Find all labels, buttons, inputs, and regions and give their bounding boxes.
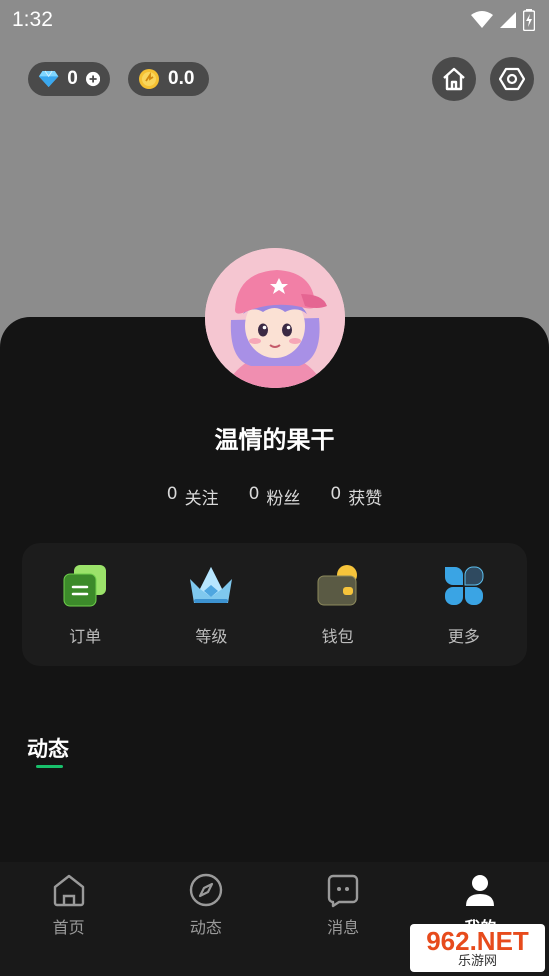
signal-icon — [500, 12, 516, 28]
avatar[interactable] — [205, 248, 345, 388]
add-icon[interactable] — [85, 71, 100, 87]
nav-home[interactable]: 首页 — [9, 872, 129, 976]
diamond-count: 0 — [67, 68, 78, 89]
nav-messages[interactable]: 消息 — [283, 872, 403, 976]
stat-following[interactable]: 0 关注 — [167, 484, 219, 509]
compass-icon — [189, 873, 223, 907]
diamond-balance[interactable]: 0 — [28, 62, 110, 96]
feed-tab-indicator — [36, 765, 63, 768]
message-icon — [327, 874, 359, 908]
status-time: 1:32 — [12, 8, 53, 31]
home-button[interactable] — [432, 57, 476, 101]
gear-icon — [499, 67, 525, 91]
menu-label: 等级 — [195, 626, 228, 646]
stat-label: 获赞 — [348, 489, 383, 509]
watermark-main: 962.NET — [426, 925, 529, 956]
wifi-icon — [471, 11, 493, 28]
menu-item-wallet[interactable]: 钱包 — [288, 563, 388, 647]
feed-tab[interactable]: 动态 — [27, 733, 69, 763]
menu-label: 订单 — [69, 626, 102, 646]
diamond-icon — [38, 70, 59, 87]
nav-feed[interactable]: 动态 — [146, 872, 266, 976]
nav-label: 消息 — [327, 918, 360, 937]
stat-count: 0 — [166, 484, 178, 504]
stat-followers[interactable]: 0 粉丝 — [249, 484, 301, 509]
quick-menu: 订单 等级 钱包 更多 — [22, 543, 527, 666]
nav-label: 首页 — [52, 918, 85, 937]
stat-label: 粉丝 — [266, 489, 301, 509]
watermark-sub: 乐游网 — [457, 953, 497, 969]
crown-icon — [190, 566, 233, 603]
nav-label: 动态 — [189, 918, 222, 937]
order-icon — [63, 564, 107, 606]
stat-label: 关注 — [184, 489, 219, 509]
menu-label: 更多 — [447, 626, 480, 646]
coin-icon — [139, 69, 159, 89]
stat-count: 0 — [330, 484, 342, 504]
wallet-icon — [317, 564, 357, 605]
stat-count: 0 — [248, 484, 260, 504]
menu-label: 钱包 — [321, 626, 354, 646]
username: 温情的果干 — [214, 426, 335, 454]
menu-item-level[interactable]: 等级 — [161, 563, 261, 647]
status-bar: 1:32 — [0, 0, 549, 40]
menu-item-orders[interactable]: 订单 — [35, 563, 135, 647]
coin-count: 0.0 — [168, 68, 195, 89]
home-icon — [53, 874, 84, 907]
person-icon — [466, 875, 495, 906]
status-icons — [471, 9, 535, 31]
stat-likes[interactable]: 0 获赞 — [330, 484, 382, 509]
coin-balance[interactable]: 0.0 — [128, 62, 209, 96]
avatar-image — [205, 248, 345, 388]
menu-item-more[interactable]: 更多 — [414, 563, 514, 647]
more-icon — [444, 566, 484, 605]
settings-button[interactable] — [490, 57, 534, 101]
battery-icon — [523, 9, 535, 31]
profile-stats: 0 关注 0 粉丝 0 获赞 — [0, 484, 549, 509]
watermark-logo: 962.NET 乐游网 — [410, 924, 545, 972]
house-icon — [443, 67, 465, 91]
